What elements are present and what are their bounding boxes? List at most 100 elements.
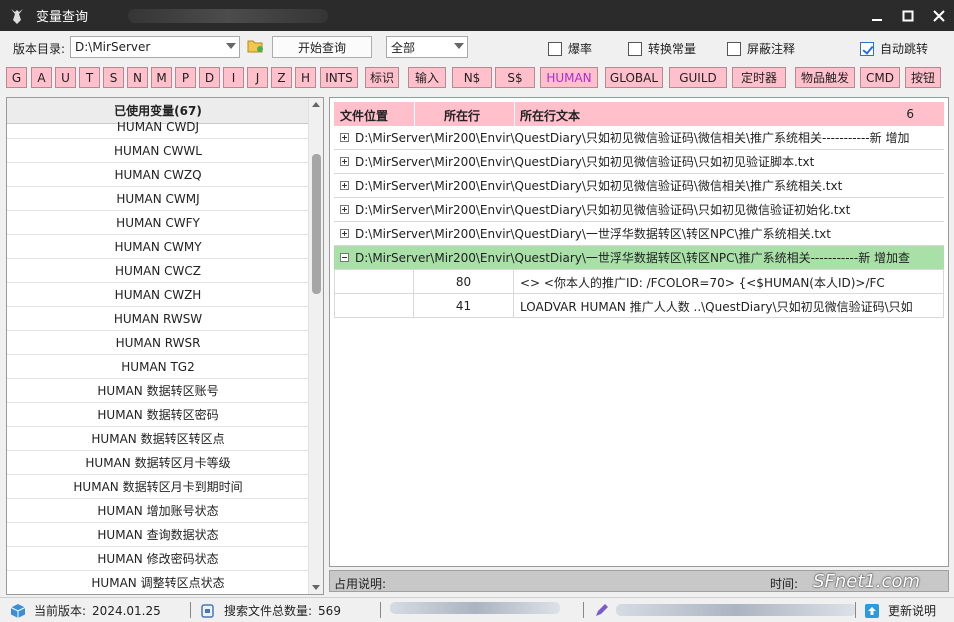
cube-icon [10, 603, 26, 618]
scrollbar-thumb[interactable] [312, 154, 321, 294]
collapse-minus-icon[interactable] [340, 253, 349, 262]
scroll-down-arrow-icon[interactable] [312, 585, 320, 590]
result-line-row[interactable]: 80 <> <你本人的推广ID: /FCOLOR=70> {<$HUMAN(本人… [334, 270, 944, 294]
checkbox-drop-rate[interactable]: 爆率 [548, 40, 592, 57]
list-item[interactable]: HUMAN RWSW [7, 307, 309, 331]
file-row[interactable]: D:\MirServer\Mir200\Envir\QuestDiary\一世浮… [334, 222, 944, 246]
var-btn-g[interactable]: G [6, 67, 27, 88]
var-btn-i[interactable]: I [223, 67, 244, 88]
var-btn-button[interactable]: 按钮 [905, 67, 941, 88]
var-btn-cmd[interactable]: CMD [860, 67, 900, 88]
list-item[interactable]: HUMAN CWCZ [7, 259, 309, 283]
expand-plus-icon[interactable] [340, 181, 349, 190]
file-row[interactable]: D:\MirServer\Mir200\Envir\QuestDiary\只如初… [334, 126, 944, 150]
checkbox-box[interactable] [628, 41, 642, 56]
file-row-expanded[interactable]: D:\MirServer\Mir200\Envir\QuestDiary\一世浮… [334, 246, 944, 270]
list-item[interactable]: HUMAN CWMY [7, 235, 309, 259]
file-path: D:\MirServer\Mir200\Envir\QuestDiary\只如初… [355, 179, 843, 193]
close-button[interactable] [923, 0, 954, 31]
list-item[interactable]: HUMAN 修改密码状态 [7, 547, 309, 571]
var-btn-s-str[interactable]: S$ [495, 67, 535, 88]
var-btn-global[interactable]: GLOBAL [605, 67, 663, 88]
update-notes-link[interactable]: 更新说明 [864, 602, 936, 619]
list-item[interactable]: HUMAN CWFY [7, 211, 309, 235]
minimize-button[interactable] [861, 0, 892, 31]
checkbox-hide-comments[interactable]: 屏蔽注释 [727, 40, 795, 57]
pen-icon [596, 604, 608, 616]
checkbox-box-checked[interactable] [860, 41, 874, 56]
checkbox-auto-jump[interactable]: 自动跳转 [860, 40, 928, 57]
list-item[interactable]: HUMAN 数据转区账号 [7, 379, 309, 403]
checkbox-box[interactable] [727, 41, 741, 56]
line-text: <> <你本人的推广ID: /FCOLOR=70> {<$HUMAN(本人ID)… [520, 275, 885, 290]
folder-browse-button[interactable] [247, 38, 265, 54]
file-count-status: 搜索文件总数量: 569 [200, 602, 341, 619]
status-bar: 当前版本: 2024.01.25 搜索文件总数量: 569 更新说明 [0, 597, 954, 622]
var-btn-n[interactable]: N [127, 67, 148, 88]
var-btn-guild[interactable]: GUILD [669, 67, 727, 88]
files-label: 搜索文件总数量: [224, 604, 313, 618]
var-btn-human[interactable]: HUMAN [540, 67, 598, 88]
list-item[interactable]: HUMAN 数据转区密码 [7, 403, 309, 427]
var-btn-u[interactable]: U [55, 67, 76, 88]
list-item[interactable]: HUMAN 数据转区转区点 [7, 427, 309, 451]
file-path: D:\MirServer\Mir200\Envir\QuestDiary\只如初… [355, 131, 910, 145]
list-item[interactable]: HUMAN 数据转区月卡等级 [7, 451, 309, 475]
results-header: 文件位置 所在行 所在行文本 6 [334, 102, 944, 126]
checkbox-label: 爆率 [568, 42, 593, 56]
expand-plus-icon[interactable] [340, 133, 349, 142]
var-btn-timer[interactable]: 定时器 [732, 67, 786, 88]
var-btn-h[interactable]: H [295, 67, 316, 88]
results-panel[interactable]: 文件位置 所在行 所在行文本 6 D:\MirServer\Mir200\Env… [329, 97, 949, 567]
scroll-up-arrow-icon[interactable] [312, 102, 320, 107]
list-item[interactable]: HUMAN 增加账号状态 [7, 499, 309, 523]
expand-plus-icon[interactable] [340, 205, 349, 214]
file-row[interactable]: D:\MirServer\Mir200\Envir\QuestDiary\只如初… [334, 150, 944, 174]
var-btn-p[interactable]: P [175, 67, 196, 88]
var-btn-d[interactable]: D [199, 67, 220, 88]
checkbox-box[interactable] [548, 41, 562, 56]
var-btn-flag[interactable]: 标识 [365, 67, 399, 88]
var-btn-m[interactable]: M [151, 67, 172, 88]
list-item[interactable]: HUMAN CWWL [7, 139, 309, 163]
var-btn-t[interactable]: T [79, 67, 100, 88]
file-path: D:\MirServer\Mir200\Envir\QuestDiary\一世浮… [355, 251, 911, 265]
list-item[interactable]: HUMAN TG2 [7, 355, 309, 379]
var-btn-s[interactable]: S [103, 67, 124, 88]
list-item[interactable]: HUMAN 查询数据状态 [7, 523, 309, 547]
checkbox-convert-constant[interactable]: 转换常量 [628, 40, 696, 57]
list-item[interactable]: HUMAN 数据转区月卡到期时间 [7, 475, 309, 499]
line-text: LOADVAR HUMAN 推广人人数 ..\QuestDiary\只如初见微信… [520, 299, 913, 314]
list-item[interactable]: HUMAN CWZH [7, 283, 309, 307]
var-btn-a[interactable]: A [31, 67, 52, 88]
list-item[interactable]: HUMAN CWDJ [7, 115, 309, 139]
maximize-button[interactable] [892, 0, 923, 31]
upload-icon [865, 603, 879, 618]
dir-combo[interactable]: D:\MirServer [70, 36, 240, 58]
left-scrollbar[interactable] [308, 98, 323, 594]
var-btn-item-trigger[interactable]: 物品触发 [795, 67, 855, 88]
scope-combo[interactable]: 全部 [386, 36, 468, 58]
list-item[interactable]: HUMAN CWMJ [7, 187, 309, 211]
var-type-buttons: G A U T S N M P D I J Z H INTS 标识 输入 N$ … [4, 67, 950, 89]
checkbox-label: 屏蔽注释 [747, 42, 796, 56]
file-row[interactable]: D:\MirServer\Mir200\Envir\QuestDiary\只如初… [334, 174, 944, 198]
list-item[interactable]: HUMAN RWSR [7, 331, 309, 355]
file-row[interactable]: D:\MirServer\Mir200\Envir\QuestDiary\只如初… [334, 198, 944, 222]
list-item[interactable]: HUMAN 调整转区点状态 [7, 571, 309, 594]
list-item[interactable]: HUMAN CWZQ [7, 163, 309, 187]
var-btn-z[interactable]: Z [271, 67, 292, 88]
checkbox-label: 自动跳转 [880, 42, 929, 56]
usage-label: 占用说明: [334, 577, 387, 591]
result-line-row[interactable]: 41 LOADVAR HUMAN 推广人人数 ..\QuestDiary\只如初… [334, 294, 944, 318]
expand-plus-icon[interactable] [340, 229, 349, 238]
var-btn-ints[interactable]: INTS [320, 67, 358, 88]
expand-plus-icon[interactable] [340, 157, 349, 166]
var-btn-input[interactable]: 输入 [408, 67, 446, 88]
blurred-status-2 [594, 602, 856, 618]
start-query-button[interactable]: 开始查询 [272, 36, 372, 58]
checkbox-label: 转换常量 [648, 42, 697, 56]
var-btn-j[interactable]: J [247, 67, 268, 88]
var-btn-n-str[interactable]: N$ [452, 67, 492, 88]
used-variables-list[interactable]: 已使用变量(67) HUMAN CWDJ HUMAN CWWL HUMAN CW… [6, 97, 324, 595]
